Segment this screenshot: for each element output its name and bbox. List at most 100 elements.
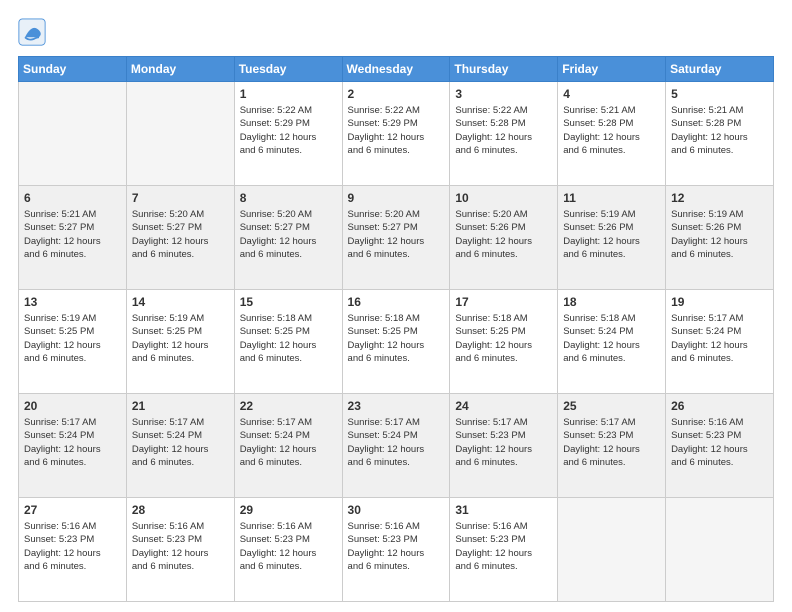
calendar-day-cell: 29 Sunrise: 5:16 AM Sunset: 5:23 PM Dayli… <box>234 498 342 602</box>
day-info: Sunrise: 5:18 AM Sunset: 5:25 PM Dayligh… <box>348 312 445 365</box>
day-info: Sunrise: 5:19 AM Sunset: 5:26 PM Dayligh… <box>563 208 660 261</box>
calendar-header-monday: Monday <box>126 57 234 82</box>
calendar-day-cell: 13Sunrise: 5:19 AM Sunset: 5:25 PM Dayli… <box>19 290 127 394</box>
calendar-week-row: 13 Sunrise: 5:19 AM Sunset: 5:25 PM Dayli… <box>19 290 774 394</box>
day-info: Sunrise: 5:21 AM Sunset: 5:28 PM Dayligh… <box>563 104 660 157</box>
calendar-day-cell: 22 Sunrise: 5:17 AM Sunset: 5:24 PM Dayli… <box>234 394 342 498</box>
calendar-day-cell: 27Sunrise: 5:16 AM Sunset: 5:23 PM Dayli… <box>19 498 127 602</box>
calendar-day-cell: 14 Sunrise: 5:19 AM Sunset: 5:25 PM Dayli… <box>126 290 234 394</box>
calendar-day-cell: 23 Sunrise: 5:17 AM Sunset: 5:24 PM Dayli… <box>342 394 450 498</box>
page: SundayMondayTuesdayWednesdayThursdayFrid… <box>0 0 792 612</box>
day-info: Sunrise: 5:17 AM Sunset: 5:24 PM Dayligh… <box>240 416 337 469</box>
day-number: 4 <box>563 86 660 102</box>
calendar-day-cell: 15Sunrise: 5:18 AM Sunset: 5:25 PM Dayli… <box>234 290 342 394</box>
calendar-day-cell: 26 Sunrise: 5:16 AM Sunset: 5:23 PM Dayli… <box>666 394 774 498</box>
calendar-day-cell: 9Sunrise: 5:20 AM Sunset: 5:27 PM Daylig… <box>342 186 450 290</box>
calendar-day-cell: 5 Sunrise: 5:21 AM Sunset: 5:28 PM Daylig… <box>666 82 774 186</box>
day-number: 27 <box>24 502 121 518</box>
day-number: 31 <box>455 502 552 518</box>
day-info: Sunrise: 5:17 AM Sunset: 5:23 PM Dayligh… <box>455 416 552 469</box>
calendar-week-row: 6 Sunrise: 5:21 AM Sunset: 5:27 PM Daylig… <box>19 186 774 290</box>
day-info: Sunrise: 5:19 AM Sunset: 5:26 PM Dayligh… <box>671 208 768 261</box>
calendar-day-cell: 24 Sunrise: 5:17 AM Sunset: 5:23 PM Dayli… <box>450 394 558 498</box>
day-number: 28 <box>132 502 229 518</box>
day-number: 8 <box>240 190 337 206</box>
day-number: 7 <box>132 190 229 206</box>
calendar-day-cell: 30 Sunrise: 5:16 AM Sunset: 5:23 PM Dayli… <box>342 498 450 602</box>
calendar-week-row: 20 Sunrise: 5:17 AM Sunset: 5:24 PM Dayli… <box>19 394 774 498</box>
day-info: Sunrise: 5:17 AM Sunset: 5:24 PM Dayligh… <box>24 416 121 469</box>
calendar-table: SundayMondayTuesdayWednesdayThursdayFrid… <box>18 56 774 602</box>
day-info: Sunrise: 5:16 AM Sunset: 5:23 PM Dayligh… <box>671 416 768 469</box>
day-info: Sunrise: 5:18 AM Sunset: 5:24 PM Dayligh… <box>563 312 660 365</box>
day-number: 21 <box>132 398 229 414</box>
logo-icon <box>18 18 46 46</box>
calendar-day-cell: 4 Sunrise: 5:21 AM Sunset: 5:28 PM Daylig… <box>558 82 666 186</box>
day-number: 6 <box>24 190 121 206</box>
day-number: 3 <box>455 86 552 102</box>
day-number: 24 <box>455 398 552 414</box>
calendar-day-cell <box>19 82 127 186</box>
calendar-day-cell: 17 Sunrise: 5:18 AM Sunset: 5:25 PM Dayli… <box>450 290 558 394</box>
calendar-day-cell: 2Sunrise: 5:22 AM Sunset: 5:29 PM Daylig… <box>342 82 450 186</box>
calendar-header-tuesday: Tuesday <box>234 57 342 82</box>
day-info: Sunrise: 5:20 AM Sunset: 5:27 PM Dayligh… <box>348 208 445 261</box>
calendar-day-cell: 16 Sunrise: 5:18 AM Sunset: 5:25 PM Dayli… <box>342 290 450 394</box>
calendar-day-cell: 28 Sunrise: 5:16 AM Sunset: 5:23 PM Dayli… <box>126 498 234 602</box>
day-number: 10 <box>455 190 552 206</box>
calendar-day-cell: 12 Sunrise: 5:19 AM Sunset: 5:26 PM Dayli… <box>666 186 774 290</box>
day-info: Sunrise: 5:17 AM Sunset: 5:24 PM Dayligh… <box>348 416 445 469</box>
calendar-day-cell: 11Sunrise: 5:19 AM Sunset: 5:26 PM Dayli… <box>558 186 666 290</box>
day-number: 22 <box>240 398 337 414</box>
calendar-day-cell: 6 Sunrise: 5:21 AM Sunset: 5:27 PM Daylig… <box>19 186 127 290</box>
day-info: Sunrise: 5:17 AM Sunset: 5:24 PM Dayligh… <box>132 416 229 469</box>
calendar-day-cell: 19 Sunrise: 5:17 AM Sunset: 5:24 PM Dayli… <box>666 290 774 394</box>
calendar-header-friday: Friday <box>558 57 666 82</box>
day-number: 30 <box>348 502 445 518</box>
calendar-day-cell: 8 Sunrise: 5:20 AM Sunset: 5:27 PM Daylig… <box>234 186 342 290</box>
logo <box>18 18 50 46</box>
day-info: Sunrise: 5:22 AM Sunset: 5:28 PM Dayligh… <box>455 104 552 157</box>
day-number: 26 <box>671 398 768 414</box>
calendar-day-cell: 1 Sunrise: 5:22 AM Sunset: 5:29 PM Daylig… <box>234 82 342 186</box>
day-info: Sunrise: 5:16 AM Sunset: 5:23 PM Dayligh… <box>348 520 445 573</box>
day-number: 23 <box>348 398 445 414</box>
day-info: Sunrise: 5:17 AM Sunset: 5:23 PM Dayligh… <box>563 416 660 469</box>
calendar-day-cell <box>666 498 774 602</box>
day-number: 13 <box>24 294 121 310</box>
day-info: Sunrise: 5:20 AM Sunset: 5:26 PM Dayligh… <box>455 208 552 261</box>
day-number: 5 <box>671 86 768 102</box>
day-info: Sunrise: 5:19 AM Sunset: 5:25 PM Dayligh… <box>132 312 229 365</box>
header <box>18 18 774 46</box>
day-info: Sunrise: 5:21 AM Sunset: 5:27 PM Dayligh… <box>24 208 121 261</box>
calendar-day-cell: 21 Sunrise: 5:17 AM Sunset: 5:24 PM Dayli… <box>126 394 234 498</box>
day-info: Sunrise: 5:16 AM Sunset: 5:23 PM Dayligh… <box>455 520 552 573</box>
day-number: 18 <box>563 294 660 310</box>
calendar-day-cell <box>558 498 666 602</box>
day-number: 29 <box>240 502 337 518</box>
day-number: 19 <box>671 294 768 310</box>
day-number: 14 <box>132 294 229 310</box>
day-number: 17 <box>455 294 552 310</box>
calendar-header-row: SundayMondayTuesdayWednesdayThursdayFrid… <box>19 57 774 82</box>
day-info: Sunrise: 5:21 AM Sunset: 5:28 PM Dayligh… <box>671 104 768 157</box>
day-info: Sunrise: 5:18 AM Sunset: 5:25 PM Dayligh… <box>455 312 552 365</box>
day-number: 2 <box>348 86 445 102</box>
day-info: Sunrise: 5:22 AM Sunset: 5:29 PM Dayligh… <box>240 104 337 157</box>
calendar-header-saturday: Saturday <box>666 57 774 82</box>
day-info: Sunrise: 5:16 AM Sunset: 5:23 PM Dayligh… <box>132 520 229 573</box>
day-number: 12 <box>671 190 768 206</box>
calendar-week-row: 1 Sunrise: 5:22 AM Sunset: 5:29 PM Daylig… <box>19 82 774 186</box>
calendar-day-cell <box>126 82 234 186</box>
day-number: 20 <box>24 398 121 414</box>
day-number: 1 <box>240 86 337 102</box>
calendar-day-cell: 7Sunrise: 5:20 AM Sunset: 5:27 PM Daylig… <box>126 186 234 290</box>
calendar-header-sunday: Sunday <box>19 57 127 82</box>
day-info: Sunrise: 5:17 AM Sunset: 5:24 PM Dayligh… <box>671 312 768 365</box>
day-number: 16 <box>348 294 445 310</box>
day-info: Sunrise: 5:20 AM Sunset: 5:27 PM Dayligh… <box>240 208 337 261</box>
day-info: Sunrise: 5:16 AM Sunset: 5:23 PM Dayligh… <box>240 520 337 573</box>
day-number: 15 <box>240 294 337 310</box>
calendar-day-cell: 3 Sunrise: 5:22 AM Sunset: 5:28 PM Daylig… <box>450 82 558 186</box>
calendar-day-cell: 20 Sunrise: 5:17 AM Sunset: 5:24 PM Dayli… <box>19 394 127 498</box>
